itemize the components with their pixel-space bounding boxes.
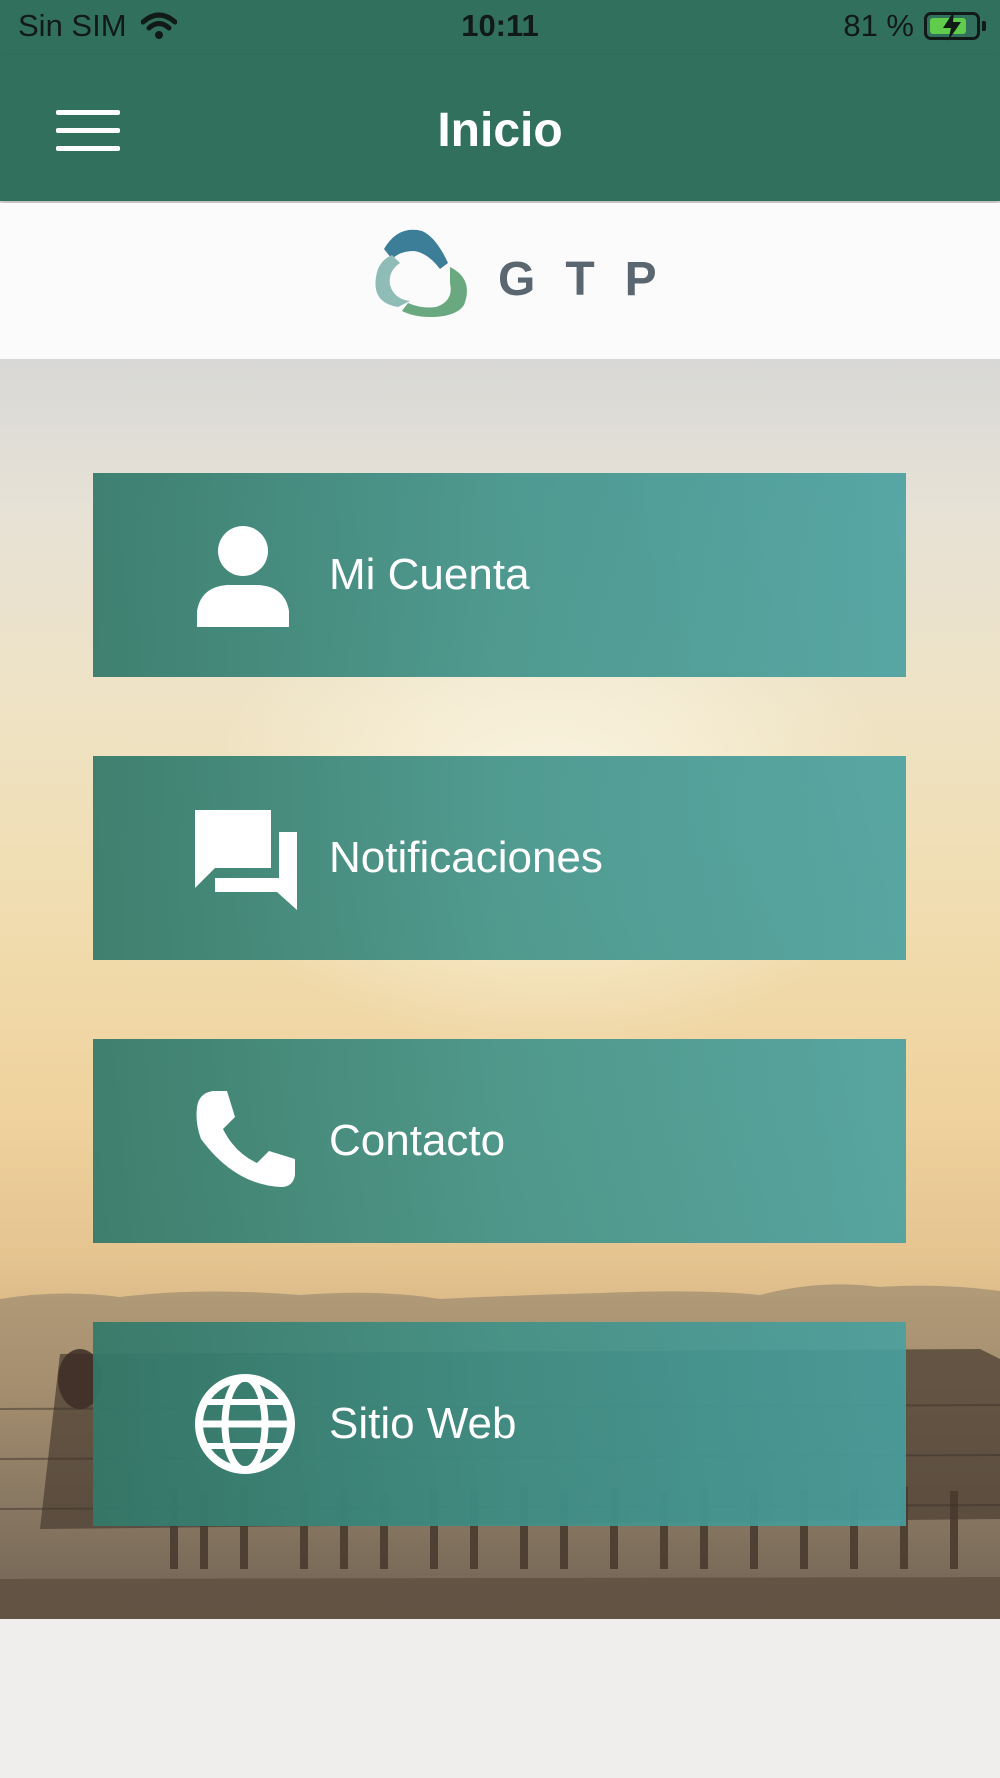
nav-bar: Inicio: [0, 55, 1000, 201]
contacto-label: Contacto: [329, 1116, 506, 1165]
battery-percent: 81 %: [843, 8, 914, 43]
logo: GTP: [370, 227, 687, 331]
mi-cuenta-button[interactable]: Mi Cuenta: [93, 473, 906, 677]
gtp-logo-icon: [375, 229, 467, 317]
chat-icon: [195, 810, 297, 910]
page-title: Inicio: [437, 104, 563, 157]
bottom-empty-area: [0, 1619, 1000, 1778]
phone-icon: [196, 1091, 295, 1187]
status-bar: Sin SIM 10:11 81 %: [0, 0, 1000, 55]
notificaciones-label: Notificaciones: [329, 833, 603, 882]
logo-text: GTP: [498, 252, 687, 306]
sitio-web-button[interactable]: Sitio Web: [93, 1322, 906, 1526]
sitio-web-label: Sitio Web: [329, 1399, 517, 1448]
logo-bar: GTP: [0, 203, 1000, 359]
contacto-button[interactable]: Contacto: [93, 1039, 906, 1243]
charging-bolt-icon: [943, 11, 961, 41]
globe-icon: [195, 1374, 295, 1474]
battery-icon: [924, 11, 980, 41]
notificaciones-button[interactable]: Notificaciones: [93, 756, 906, 960]
battery-nub: [982, 21, 986, 31]
user-icon: [197, 526, 289, 627]
status-right: 81 %: [843, 8, 986, 44]
hero-background: Mi Cuenta Notificaciones Contacto Sitio …: [0, 359, 1000, 1619]
mi-cuenta-label: Mi Cuenta: [329, 550, 530, 599]
